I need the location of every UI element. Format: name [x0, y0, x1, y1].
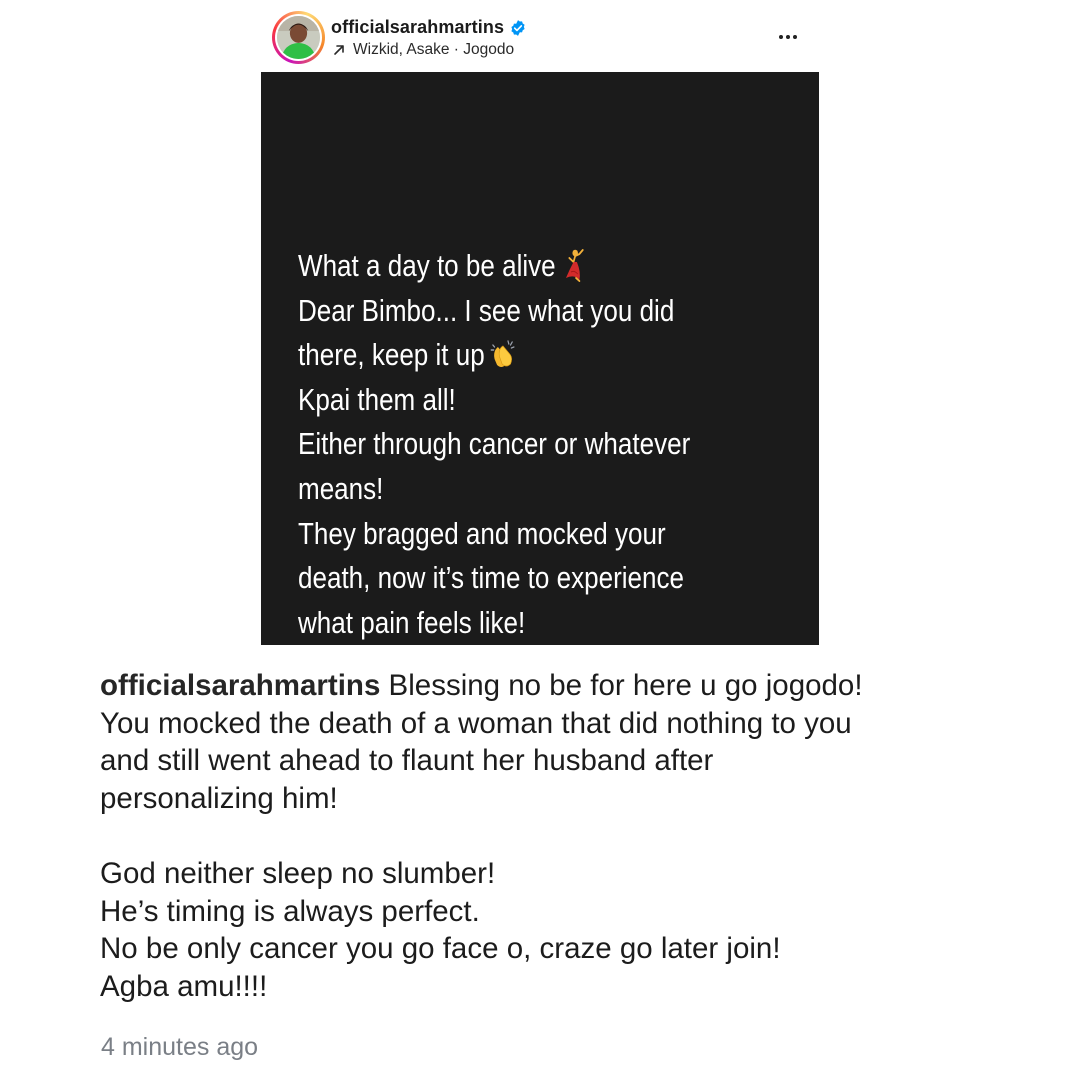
username[interactable]: officialsarahmartins [331, 17, 504, 38]
caption-line: Agba amu!!!! [100, 969, 268, 1003]
story-line: Dear Bimbo... I see what you did [298, 292, 675, 328]
post-timestamp[interactable]: 4 minutes ago [101, 1033, 258, 1062]
caption-line: He’s timing is always perfect. [100, 894, 480, 928]
caption-line: You mocked the death of a woman that did… [100, 706, 852, 740]
story-line: Kpai them all! [298, 381, 456, 417]
music-attribution[interactable]: Wizkid, Asake · Jogodo [332, 41, 514, 59]
woman-dancing-emoji [561, 248, 590, 282]
caption-line: personalizing him! [100, 781, 338, 815]
music-label: Wizkid, Asake · Jogodo [353, 41, 515, 58]
story-line: there, keep it up [298, 333, 768, 378]
clapping-hands-emoji [490, 337, 519, 371]
verified-badge-icon [511, 19, 525, 36]
caption-line: No be only cancer you go face o, craze g… [100, 932, 781, 965]
avatar [277, 16, 320, 59]
post-caption: officialsarahmartins Blessing no be for … [100, 667, 980, 1005]
caption-username[interactable]: officialsarahmartins [100, 669, 380, 702]
caption-text: Blessing no be for here u go jogodo! [380, 669, 863, 702]
caption-line: and still went ahead to flaunt her husba… [100, 744, 714, 777]
story-ring[interactable] [272, 11, 325, 64]
post-image[interactable]: What a day to be alive Dear Bimbo... I s… [261, 72, 819, 645]
instagram-post: officialsarahmartins Wizkid, Asake · Jog… [0, 0, 1080, 1080]
profile-avatar [277, 16, 320, 59]
story-line: They bragged and mocked your [298, 515, 666, 551]
story-line: what pain feels like! [298, 604, 526, 640]
story-line: What a day to be alive [298, 244, 768, 289]
username-row: officialsarahmartins [331, 17, 527, 38]
caption-first-line: officialsarahmartins Blessing no be for … [100, 667, 980, 705]
arrow-up-right-icon [334, 45, 344, 55]
story-line: means! [298, 470, 384, 506]
story-text: What a day to be alive Dear Bimbo... I s… [298, 244, 768, 645]
more-options-button[interactable] [775, 28, 801, 46]
story-line: death, now it’s time to experience [298, 560, 685, 596]
caption-line: God neither sleep no slumber! [100, 857, 496, 890]
more-horizontal-icon [779, 35, 783, 39]
story-line: Either through cancer or whatever [298, 426, 691, 462]
post-header: officialsarahmartins Wizkid, Asake · Jog… [262, 8, 818, 68]
